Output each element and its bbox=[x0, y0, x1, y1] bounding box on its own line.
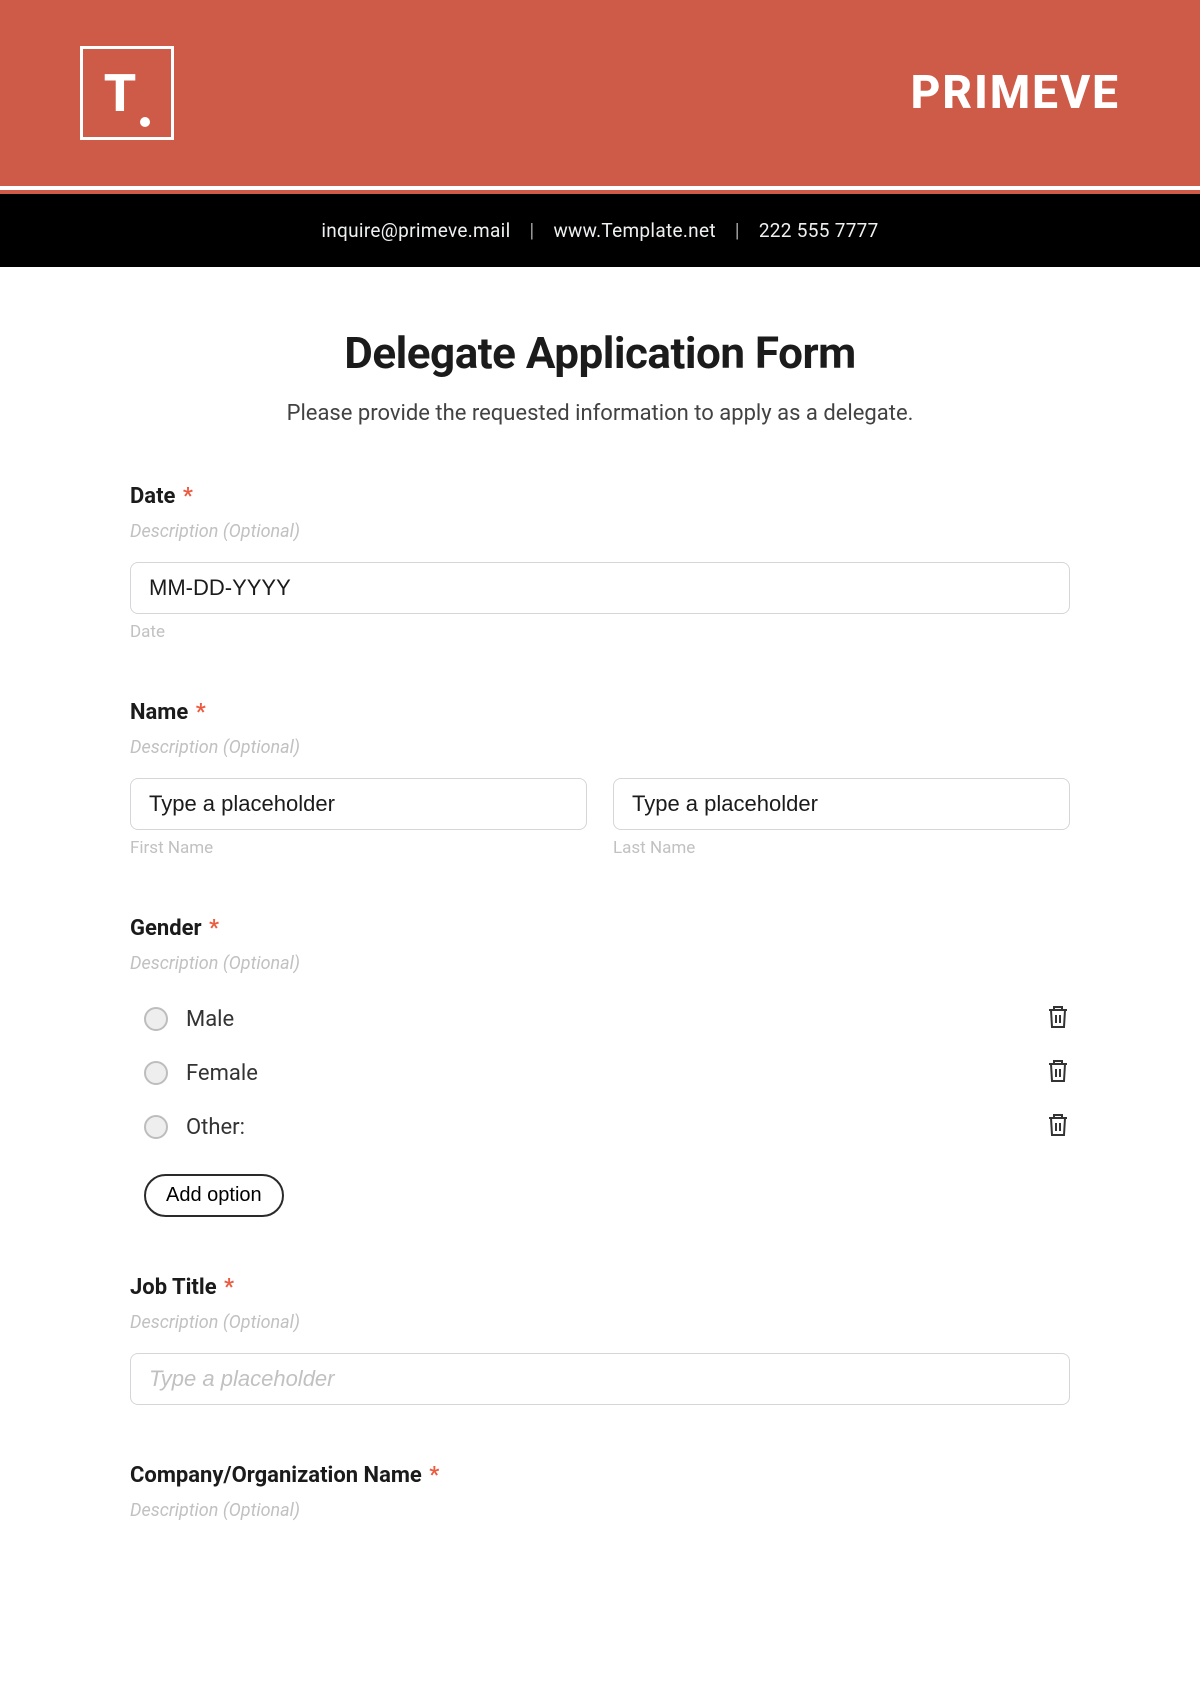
trash-icon[interactable] bbox=[1046, 1112, 1070, 1142]
form-title: Delegate Application Form bbox=[130, 327, 1070, 379]
separator-icon: | bbox=[530, 219, 535, 242]
radio-icon[interactable] bbox=[144, 1061, 168, 1085]
required-star-icon: * bbox=[219, 1275, 234, 1300]
name-description[interactable]: Description (Optional) bbox=[130, 737, 1070, 758]
date-input[interactable] bbox=[130, 562, 1070, 614]
contact-site: www.Template.net bbox=[553, 219, 715, 242]
gender-option-other: Other: bbox=[130, 1100, 1070, 1154]
contact-email: inquire@primeve.mail bbox=[321, 219, 510, 242]
name-label: Name * bbox=[130, 700, 1070, 725]
form-subtitle: Please provide the requested information… bbox=[130, 401, 1070, 426]
logo-letter: T bbox=[104, 63, 151, 124]
logo-dot-icon bbox=[140, 117, 150, 127]
company-label: Company/Organization Name * bbox=[130, 1463, 1070, 1488]
gender-option-male: Male bbox=[130, 992, 1070, 1046]
first-name-input[interactable] bbox=[130, 778, 587, 830]
field-job-title: Job Title * Description (Optional) bbox=[130, 1275, 1070, 1405]
field-company: Company/Organization Name * Description … bbox=[130, 1463, 1070, 1521]
field-gender: Gender * Description (Optional) Male Fem… bbox=[130, 916, 1070, 1217]
separator-icon: | bbox=[735, 219, 740, 242]
logo-box: T bbox=[80, 46, 174, 140]
trash-icon[interactable] bbox=[1046, 1004, 1070, 1034]
jobtitle-input[interactable] bbox=[130, 1353, 1070, 1405]
brand-name: PRIMEVE bbox=[911, 66, 1120, 120]
gender-option-label[interactable]: Male bbox=[186, 1007, 234, 1032]
company-description[interactable]: Description (Optional) bbox=[130, 1500, 1070, 1521]
contact-bar: inquire@primeve.mail | www.Template.net … bbox=[0, 194, 1200, 267]
gender-option-label[interactable]: Female bbox=[186, 1061, 258, 1086]
gender-option-label[interactable]: Other: bbox=[186, 1115, 245, 1140]
date-description[interactable]: Description (Optional) bbox=[130, 521, 1070, 542]
header-banner: T PRIMEVE bbox=[0, 0, 1200, 186]
add-option-button[interactable]: Add option bbox=[144, 1174, 284, 1217]
last-name-input[interactable] bbox=[613, 778, 1070, 830]
last-name-sublabel: Last Name bbox=[613, 838, 1070, 858]
contact-phone: 222 555 7777 bbox=[759, 219, 879, 242]
gender-label: Gender * bbox=[130, 916, 1070, 941]
accent-divider bbox=[0, 186, 1200, 194]
field-date: Date * Description (Optional) Date bbox=[130, 484, 1070, 642]
form-container: Delegate Application Form Please provide… bbox=[0, 267, 1200, 1521]
field-name: Name * Description (Optional) First Name… bbox=[130, 700, 1070, 858]
radio-icon[interactable] bbox=[144, 1115, 168, 1139]
date-label: Date * bbox=[130, 484, 1070, 509]
date-sublabel: Date bbox=[130, 622, 1070, 642]
required-star-icon: * bbox=[204, 916, 219, 941]
required-star-icon: * bbox=[424, 1463, 439, 1488]
jobtitle-label: Job Title * bbox=[130, 1275, 1070, 1300]
radio-icon[interactable] bbox=[144, 1007, 168, 1031]
required-star-icon: * bbox=[190, 700, 205, 725]
required-star-icon: * bbox=[177, 484, 192, 509]
first-name-sublabel: First Name bbox=[130, 838, 587, 858]
trash-icon[interactable] bbox=[1046, 1058, 1070, 1088]
gender-description[interactable]: Description (Optional) bbox=[130, 953, 1070, 974]
jobtitle-description[interactable]: Description (Optional) bbox=[130, 1312, 1070, 1333]
gender-option-female: Female bbox=[130, 1046, 1070, 1100]
